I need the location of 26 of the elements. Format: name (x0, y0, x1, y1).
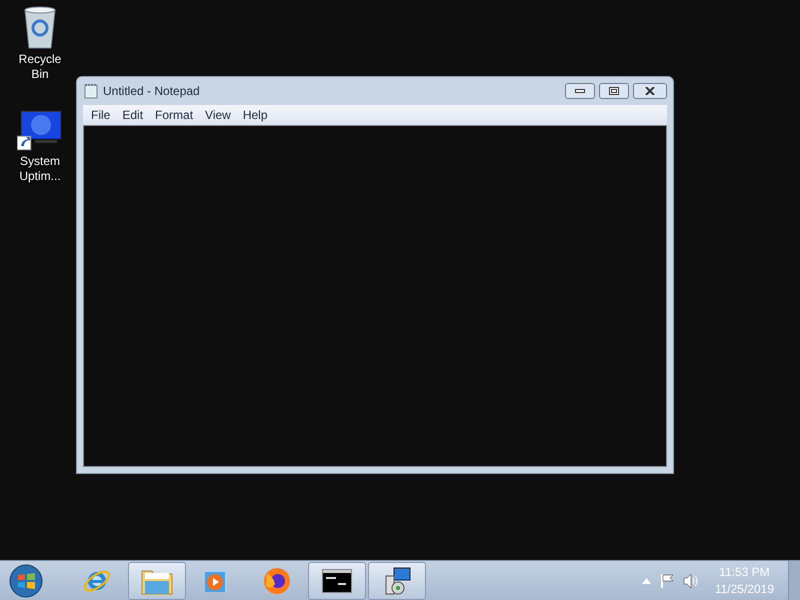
maximize-button[interactable] (599, 83, 629, 99)
notepad-icon (83, 83, 99, 99)
window-title: Untitled - Notepad (103, 83, 200, 100)
close-button[interactable] (633, 83, 667, 99)
menu-item[interactable]: Help (236, 106, 274, 124)
shortcut-label: Recycle Bin (18, 52, 62, 82)
fox-globe-icon (262, 566, 292, 596)
monitor-shortcut-icon (17, 110, 63, 152)
minimize-icon (575, 89, 585, 93)
shortcut-label: System Uptim... (18, 154, 62, 184)
desktop-shortcut[interactable]: Recycle Bin (2, 6, 78, 82)
taskbar-button[interactable] (308, 562, 366, 600)
maximize-icon (609, 87, 619, 95)
menu-item[interactable]: Edit (116, 106, 150, 124)
desktop-shortcut[interactable]: System Uptim... (2, 110, 78, 184)
menu-item[interactable]: View (199, 106, 237, 124)
close-icon (645, 87, 655, 95)
menu-item[interactable]: File (85, 106, 116, 124)
recycle-bin-icon (23, 6, 57, 50)
speaker-icon[interactable] (682, 574, 699, 588)
minimize-button[interactable] (565, 83, 595, 99)
taskbar-button[interactable] (368, 562, 426, 600)
menu-item[interactable]: Format (149, 106, 200, 124)
windows-logo-icon (9, 564, 43, 598)
console-icon (322, 568, 352, 592)
flag-icon[interactable] (660, 574, 675, 588)
